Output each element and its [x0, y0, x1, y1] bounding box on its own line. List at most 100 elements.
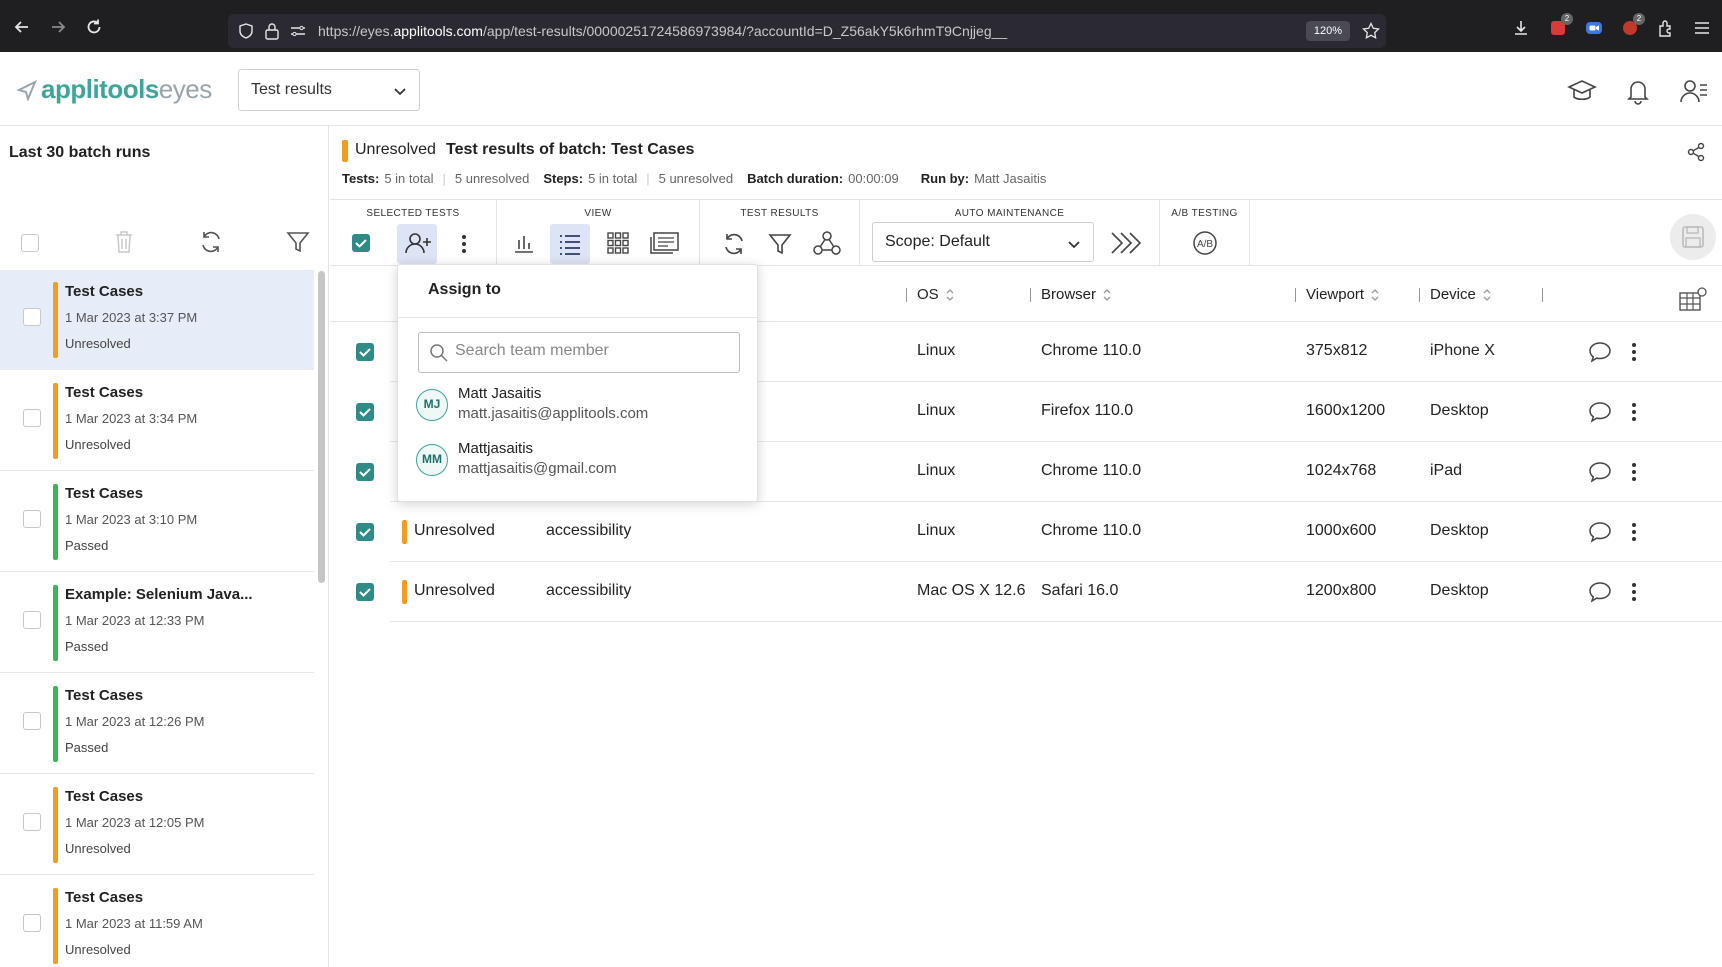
- row-more-options-icon[interactable]: [1631, 520, 1637, 544]
- assign-user-icon[interactable]: [397, 224, 437, 264]
- page-select[interactable]: Test results: [238, 69, 420, 111]
- batch-item[interactable]: Test Cases 1 Mar 2023 at 3:37 PM Unresol…: [0, 270, 314, 370]
- ab-testing-icon[interactable]: A/B: [1192, 230, 1218, 256]
- batch-item[interactable]: Example: Selenium Java... 1 Mar 2023 at …: [0, 573, 314, 673]
- zoom-level[interactable]: 120%: [1306, 21, 1350, 41]
- batch-checkbox[interactable]: [23, 611, 41, 629]
- batch-name: Test Cases: [65, 384, 144, 401]
- row-more-options-icon[interactable]: [1631, 580, 1637, 604]
- sidebar-scrollbar[interactable]: [318, 271, 325, 583]
- row-checkbox[interactable]: [356, 583, 374, 601]
- os-cell: Linux: [917, 402, 956, 419]
- batch-item[interactable]: Test Cases 1 Mar 2023 at 12:05 PM Unreso…: [0, 775, 314, 875]
- user-settings-icon[interactable]: [1679, 76, 1709, 106]
- more-options-icon[interactable]: [461, 234, 467, 254]
- sort-icon: [1103, 288, 1111, 301]
- list-view-icon[interactable]: [550, 224, 590, 264]
- filter-icon[interactable]: [286, 230, 310, 254]
- bar-chart-icon[interactable]: [513, 232, 535, 254]
- column-header-device[interactable]: Device: [1430, 286, 1492, 303]
- status-bar-unresolved: [53, 383, 58, 459]
- column-header-viewport[interactable]: Viewport: [1306, 286, 1380, 303]
- column-settings-icon[interactable]: [1678, 286, 1708, 312]
- batch-checkbox[interactable]: [23, 409, 41, 427]
- batch-status: Unresolved: [65, 942, 131, 957]
- menu-icon[interactable]: [1693, 19, 1711, 37]
- browser-cell: Chrome 110.0: [1041, 342, 1142, 359]
- row-more-options-icon[interactable]: [1631, 400, 1637, 424]
- reload-icon[interactable]: [84, 17, 104, 37]
- batch-checkbox[interactable]: [23, 308, 41, 326]
- lock-icon[interactable]: [264, 22, 280, 40]
- trash-icon[interactable]: [114, 230, 134, 254]
- group-by-icon[interactable]: [812, 230, 842, 256]
- batch-checkbox[interactable]: [23, 712, 41, 730]
- select-all-tests-checkbox[interactable]: [352, 234, 370, 252]
- shield-icon[interactable]: [238, 23, 254, 39]
- forward-icon[interactable]: [48, 17, 68, 37]
- member-option[interactable]: MJ Matt Jasaitis matt.jasaitis@applitool…: [416, 383, 736, 431]
- comment-icon[interactable]: [1588, 580, 1612, 604]
- column-header-browser[interactable]: Browser: [1041, 286, 1112, 303]
- batch-checkbox[interactable]: [23, 510, 41, 528]
- url-text[interactable]: https://eyes.applitools.com/app/test-res…: [318, 23, 1007, 39]
- search-member-field[interactable]: [418, 332, 740, 373]
- address-bar[interactable]: https://eyes.applitools.com/app/test-res…: [228, 14, 1386, 48]
- grid-view-icon[interactable]: [607, 232, 629, 254]
- batch-item[interactable]: Test Cases 1 Mar 2023 at 12:26 PM Passed: [0, 674, 314, 774]
- comment-icon[interactable]: [1588, 460, 1612, 484]
- row-checkbox[interactable]: [356, 463, 374, 481]
- member-option[interactable]: MM Mattjasaitis mattjasaitis@gmail.com: [416, 438, 736, 486]
- batch-item[interactable]: Test Cases 1 Mar 2023 at 11:59 AM Unreso…: [0, 876, 314, 967]
- batch-name: Test Cases: [65, 485, 144, 502]
- applitools-logo[interactable]: applitools eyes: [16, 74, 212, 105]
- status-cell: Unresolved: [414, 522, 495, 539]
- test-name-cell: accessibility: [546, 522, 632, 539]
- batch-checkbox[interactable]: [23, 813, 41, 831]
- zoom-extension-icon[interactable]: [1585, 19, 1603, 37]
- extension-shield-icon[interactable]: 2: [1621, 13, 1645, 37]
- bell-icon[interactable]: [1623, 76, 1653, 106]
- share-icon[interactable]: [1686, 142, 1706, 162]
- refresh-icon[interactable]: [722, 232, 746, 256]
- graduation-cap-icon[interactable]: [1567, 76, 1597, 106]
- search-member-input[interactable]: [455, 342, 725, 360]
- batch-item[interactable]: Test Cases 1 Mar 2023 at 3:10 PM Passed: [0, 472, 314, 572]
- site-permissions-icon[interactable]: [290, 24, 306, 38]
- comment-icon[interactable]: [1588, 340, 1612, 364]
- row-checkbox[interactable]: [356, 343, 374, 361]
- batch-item[interactable]: Test Cases 1 Mar 2023 at 3:34 PM Unresol…: [0, 371, 314, 471]
- row-checkbox[interactable]: [356, 523, 374, 541]
- scope-select[interactable]: Scope: Default: [872, 222, 1094, 262]
- row-more-options-icon[interactable]: [1631, 460, 1637, 484]
- table-row[interactable]: Unresolved accessibility Linux Chrome 11…: [356, 502, 1722, 562]
- assign-title: Assign to: [428, 281, 501, 298]
- batch-date: 1 Mar 2023 at 12:26 PM: [65, 714, 205, 729]
- column-header-os[interactable]: OS: [917, 286, 955, 303]
- download-icon[interactable]: [1512, 19, 1530, 37]
- extensions-icon[interactable]: [1657, 19, 1675, 37]
- details-view-icon[interactable]: [650, 231, 680, 255]
- os-cell: Mac OS X 12.6: [917, 582, 1026, 599]
- comment-icon[interactable]: [1588, 520, 1612, 544]
- sort-icon: [946, 288, 954, 301]
- auto-maintain-apply-icon[interactable]: [1110, 231, 1146, 255]
- comment-icon[interactable]: [1588, 400, 1612, 424]
- batch-checkbox[interactable]: [23, 914, 41, 932]
- row-checkbox[interactable]: [356, 403, 374, 421]
- refresh-icon[interactable]: [199, 230, 223, 254]
- star-icon[interactable]: [1362, 22, 1380, 40]
- assign-to-dropdown: Assign to MJ Matt Jasaitis matt.jasaitis…: [397, 264, 758, 502]
- extension-red-icon[interactable]: 2: [1549, 13, 1573, 37]
- column-divider: [906, 288, 907, 302]
- select-all-checkbox[interactable]: [21, 234, 39, 252]
- batch-date: 1 Mar 2023 at 3:34 PM: [65, 411, 198, 426]
- row-more-options-icon[interactable]: [1631, 340, 1637, 364]
- status-bar-unresolved: [342, 140, 348, 162]
- filter-icon[interactable]: [768, 232, 792, 256]
- status-bar-passed: [53, 686, 58, 762]
- save-button[interactable]: [1670, 214, 1716, 260]
- browser-cell: Firefox 110.0: [1041, 402, 1134, 419]
- table-row[interactable]: Unresolved accessibility Mac OS X 12.6 S…: [356, 562, 1722, 622]
- back-icon[interactable]: [12, 17, 32, 37]
